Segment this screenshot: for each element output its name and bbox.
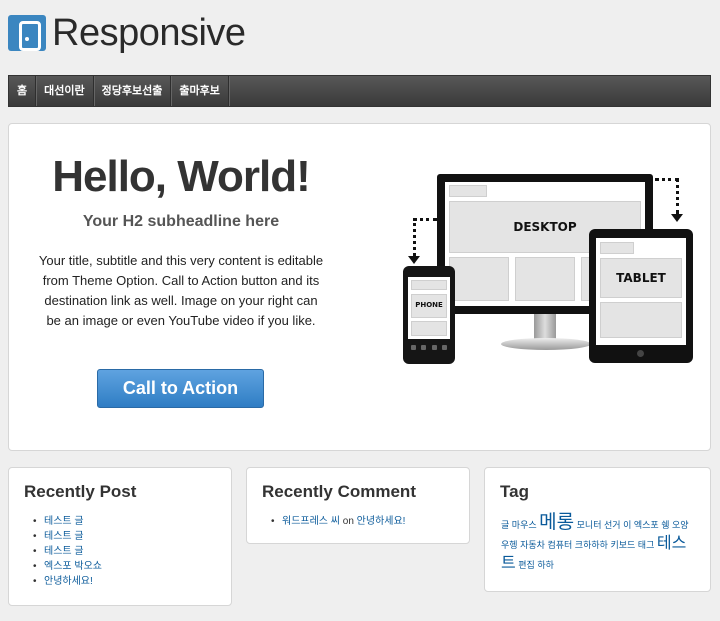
tag-link[interactable]: 엑스포	[634, 520, 659, 530]
site-logo[interactable]: Responsive	[8, 11, 246, 54]
hero-subtitle: Your H2 subheadline here	[82, 213, 280, 230]
list-item: 테스트 글	[31, 529, 102, 544]
tag-link[interactable]: 태그	[638, 540, 655, 550]
call-to-action-button[interactable]: Call to Action	[97, 369, 264, 408]
tag-link[interactable]: 모니터	[577, 520, 602, 530]
site-title: Responsive	[52, 11, 246, 54]
list-item: 워드프레스 씨 on 안녕하세요!	[269, 514, 405, 529]
tag-cloud-title: Tag	[500, 482, 529, 501]
main-nav: 홈 대선이란 정당후보선출 출마후보	[8, 75, 711, 107]
nav-item-election[interactable]: 대선이란	[36, 76, 94, 106]
tag-link[interactable]: 키보드	[610, 540, 635, 550]
tag-link[interactable]: 선거	[604, 520, 621, 530]
list-item: 테스트 글	[31, 544, 102, 559]
tag-link[interactable]: 컴퓨터	[547, 540, 572, 550]
tag-link[interactable]: 우헹	[501, 540, 518, 550]
recent-post-link[interactable]: 테스트 글	[44, 546, 84, 557]
recent-posts-list: 테스트 글 테스트 글 테스트 글 엑스포 박오쇼 안녕하세요!	[31, 514, 102, 589]
recent-comments-widget: Recently Comment 워드프레스 씨 on 안녕하세요!	[246, 467, 470, 544]
tablet-illustration: TABLET	[589, 229, 693, 363]
arrow-down-icon	[408, 256, 420, 264]
nav-item-candidates[interactable]: 출마후보	[171, 76, 229, 106]
phone-label: PHONE	[415, 301, 443, 309]
recent-posts-widget: Recently Post 테스트 글 테스트 글 테스트 글 엑스포 박오쇼 …	[8, 467, 232, 606]
tag-link[interactable]: 자동차	[520, 540, 545, 550]
recent-post-link[interactable]: 안녕하세요!	[44, 576, 93, 587]
hero-body-text: Your title, subtitle and this very conte…	[38, 253, 324, 328]
comment-author-link[interactable]: 워드프레스 씨	[282, 516, 340, 527]
tag-cloud-widget: Tag 글 마우스 메롱 모니터 선거 이 엑스포 쉥 오양 우헹 자동차 컴퓨…	[484, 467, 711, 592]
tag-link[interactable]: 편집	[518, 560, 535, 570]
tag-link[interactable]: 이	[623, 520, 631, 530]
phone-illustration: PHONE	[403, 266, 455, 364]
comment-post-link[interactable]: 안녕하세요!	[357, 516, 406, 527]
recent-posts-title: Recently Post	[24, 482, 137, 501]
responsive-devices-image: DESKTOP TABLET PHONE	[379, 156, 699, 376]
tag-link[interactable]: 메롱	[539, 512, 574, 533]
tag-link[interactable]: 크하하하	[575, 540, 608, 550]
tag-link[interactable]: 하하	[537, 560, 554, 570]
nav-item-party-primary[interactable]: 정당후보선출	[94, 76, 172, 106]
tag-link[interactable]: 마우스	[512, 520, 537, 530]
nav-item-home[interactable]: 홈	[9, 76, 37, 106]
tag-link[interactable]: 쉥	[661, 520, 669, 530]
tag-link[interactable]: 오양	[672, 520, 689, 530]
recent-post-link[interactable]: 테스트 글	[44, 531, 84, 542]
tag-link[interactable]: 글	[501, 520, 509, 530]
tablet-label: TABLET	[616, 271, 666, 285]
hero-title: Hello, World!	[52, 152, 311, 201]
hero-section: Hello, World! Your H2 subheadline here Y…	[8, 123, 711, 451]
recent-post-link[interactable]: 테스트 글	[44, 516, 84, 527]
recent-post-link[interactable]: 엑스포 박오쇼	[44, 561, 102, 572]
comment-connector: on	[342, 516, 354, 527]
recent-comments-list: 워드프레스 씨 on 안녕하세요!	[269, 514, 405, 529]
list-item: 엑스포 박오쇼	[31, 559, 102, 574]
list-item: 안녕하세요!	[31, 574, 102, 589]
list-item: 테스트 글	[31, 514, 102, 529]
recent-comments-title: Recently Comment	[262, 482, 416, 501]
tag-cloud: 글 마우스 메롱 모니터 선거 이 엑스포 쉥 오양 우헹 자동차 컴퓨터 크하…	[501, 512, 697, 574]
phone-logo-icon	[8, 15, 46, 51]
arrow-down-icon	[671, 214, 683, 222]
